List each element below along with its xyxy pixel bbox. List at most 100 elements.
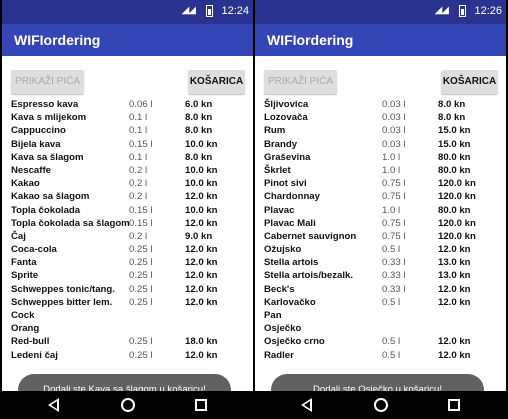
drink-volume: 0.33 l (382, 283, 406, 295)
drink-price: 8.0 kn (438, 99, 466, 110)
drink-volume: 0.2 l (129, 230, 148, 242)
home-icon[interactable] (374, 398, 388, 412)
drink-volume: 0.1 l (129, 112, 148, 124)
main-content: PRIKAŽI PIĆA KOŠARICA Espresso kava 0.06 … (2, 56, 253, 406)
drink-name: Schweppes bitter lem. (11, 296, 113, 308)
list-item[interactable]: Radler 0.5 l 12.0 kn (264, 350, 506, 363)
drink-name: Coca-cola (11, 244, 57, 256)
drink-name: Stella artois/bezalk. (264, 270, 354, 282)
list-item[interactable]: Beck's 0.33 l 12.0 kn (264, 284, 506, 297)
list-item[interactable]: Ožujsko 0.5 l 12.0 kn (264, 244, 506, 257)
battery-icon (206, 5, 213, 17)
drink-volume: 0.1 l (129, 125, 148, 137)
drink-volume: 0.03 l (382, 125, 406, 137)
drink-volume: 0.33 l (382, 270, 406, 282)
drink-price: 10.0 kn (185, 204, 218, 216)
drink-name: Cappuccino (11, 125, 66, 137)
list-item[interactable]: Karlovačko 0.5 l 12.0 kn (264, 297, 506, 310)
drink-name: Čaj (11, 230, 26, 242)
drink-volume: 0.03 l (382, 99, 406, 110)
list-item[interactable]: Čaj 0.2 l 9.0 kn (11, 231, 253, 244)
drink-price: 13.0 kn (438, 257, 471, 269)
drink-price: 12.0 kn (438, 349, 471, 361)
drink-name: Fanta (11, 257, 37, 269)
drink-price: 12.0 kn (185, 349, 218, 361)
list-item[interactable]: Plavac 1.0 l 80.0 kn (264, 205, 506, 218)
drink-price: 12.0 kn (438, 244, 471, 256)
drink-price: 80.0 kn (438, 151, 471, 163)
list-item[interactable]: Cabernet sauvignon 0.75 l 120.0 kn (264, 231, 506, 244)
status-time: 12:24 (221, 5, 249, 17)
list-item[interactable]: Bijela kava 0.15 l 10.0 kn (11, 139, 253, 152)
list-item[interactable]: Espresso kava 0.06 l 6.0 kn (11, 99, 253, 112)
back-icon[interactable] (48, 398, 59, 412)
status-bar: ◢◢ 12:26 (255, 0, 506, 24)
list-item[interactable]: Stella artois 0.33 l 13.0 kn (264, 257, 506, 270)
list-item[interactable]: Topla čokolada sa šlagom 0.15 l 12.0 kn (11, 218, 253, 231)
drink-volume: 0.25 l (129, 296, 153, 308)
list-item[interactable]: Kakao 0.2 l 10.0 kn (11, 178, 253, 191)
drink-name: Škrlet (264, 164, 291, 176)
list-item[interactable]: Kakao sa šlagom 0.2 l 12.0 kn (11, 191, 253, 204)
drink-volume: 0.25 l (129, 336, 153, 348)
list-item[interactable]: Schweppes tonic/tang. 0.25 l 12.0 kn (11, 284, 253, 297)
list-item[interactable]: Fanta 0.25 l 12.0 kn (11, 257, 253, 270)
list-item[interactable]: Schweppes bitter lem. 0.25 l 12.0 kn (11, 297, 253, 310)
drink-name: Ledeni čaj (11, 349, 58, 361)
list-item[interactable]: Nescaffe 0.2 l 10.0 kn (11, 165, 253, 178)
list-item[interactable]: Osječko (264, 323, 506, 336)
drink-name: Šljivovica (264, 99, 309, 110)
list-item[interactable]: Pan (264, 310, 506, 323)
list-item[interactable]: Škrlet 1.0 l 80.0 kn (264, 165, 506, 178)
drink-price: 9.0 kn (185, 230, 213, 242)
home-icon[interactable] (121, 398, 135, 412)
list-item[interactable]: Graševina 1.0 l 80.0 kn (264, 152, 506, 165)
drink-volume: 0.75 l (382, 178, 406, 190)
back-icon[interactable] (301, 398, 312, 412)
show-drinks-button[interactable]: PRIKAŽI PIĆA (264, 70, 337, 94)
list-item[interactable]: Šljivovica 0.03 l 8.0 kn (264, 99, 506, 112)
drink-name: Schweppes tonic/tang. (11, 283, 115, 295)
cart-button[interactable]: KOŠARICA (188, 70, 245, 94)
list-item[interactable]: Sprite 0.25 l 12.0 kn (11, 270, 253, 283)
drink-price: 8.0 kn (185, 151, 213, 163)
list-item[interactable]: Orang (11, 323, 253, 336)
list-item[interactable]: Red-bull 0.25 l 18.0 kn (11, 336, 253, 349)
drink-name: Brandy (264, 138, 298, 150)
nav-bar (2, 391, 253, 419)
app-bar: WIFIordering (2, 24, 253, 56)
drink-volume: 0.75 l (382, 230, 406, 242)
list-item[interactable]: Topla čokolada 0.15 l 10.0 kn (11, 205, 253, 218)
list-item[interactable]: Rum 0.03 l 15.0 kn (264, 125, 506, 138)
battery-icon (459, 5, 466, 17)
drink-volume: 1.0 l (382, 204, 401, 216)
list-item[interactable]: Cock (11, 310, 253, 323)
drinks-list: Šljivovica 0.03 l 8.0 kn Lozovača 0.03 l 8.0 … (264, 99, 506, 363)
show-drinks-button[interactable]: PRIKAŽI PIĆA (11, 70, 84, 94)
list-item[interactable]: Brandy 0.03 l 15.0 kn (264, 139, 506, 152)
drink-name: Kakao (11, 178, 40, 190)
list-item[interactable]: Coca-cola 0.25 l 12.0 kn (11, 244, 253, 257)
recent-apps-icon[interactable] (448, 399, 460, 411)
cart-button[interactable]: KOŠARICA (441, 70, 498, 94)
list-item[interactable]: Osječko crno 0.5 l 12.0 kn (264, 336, 506, 349)
phone-screen-2: ◢◢ 12:26 WIFIordering PRIKAŽI PIĆA KOŠAR… (255, 0, 506, 419)
list-item[interactable]: Ledeni čaj 0.25 l 12.0 kn (11, 350, 253, 363)
drink-price: 15.0 kn (438, 138, 471, 150)
list-item[interactable]: Stella artois/bezalk. 0.33 l 13.0 kn (264, 270, 506, 283)
drink-volume: 0.1 l (129, 151, 148, 163)
drink-volume: 0.33 l (382, 257, 406, 269)
drink-volume: 0.15 l (129, 138, 153, 150)
drink-volume: 0.75 l (382, 217, 406, 229)
list-item[interactable]: Kava s mlijekom 0.1 l 8.0 kn (11, 112, 253, 125)
list-item[interactable]: Chardonnay 0.75 l 120.0 kn (264, 191, 506, 204)
signal-icon: ◢◢ (434, 5, 449, 16)
list-item[interactable]: Pinot sivi 0.75 l 120.0 kn (264, 178, 506, 191)
list-item[interactable]: Kava sa šlagom 0.1 l 8.0 kn (11, 152, 253, 165)
recent-apps-icon[interactable] (195, 399, 207, 411)
list-item[interactable]: Plavac Mali 0.75 l 120.0 kn (264, 218, 506, 231)
drink-name: Pinot sivi (264, 178, 307, 190)
list-item[interactable]: Lozovača 0.03 l 8.0 kn (264, 112, 506, 125)
drink-volume: 0.25 l (129, 257, 153, 269)
list-item[interactable]: Cappuccino 0.1 l 8.0 kn (11, 125, 253, 138)
